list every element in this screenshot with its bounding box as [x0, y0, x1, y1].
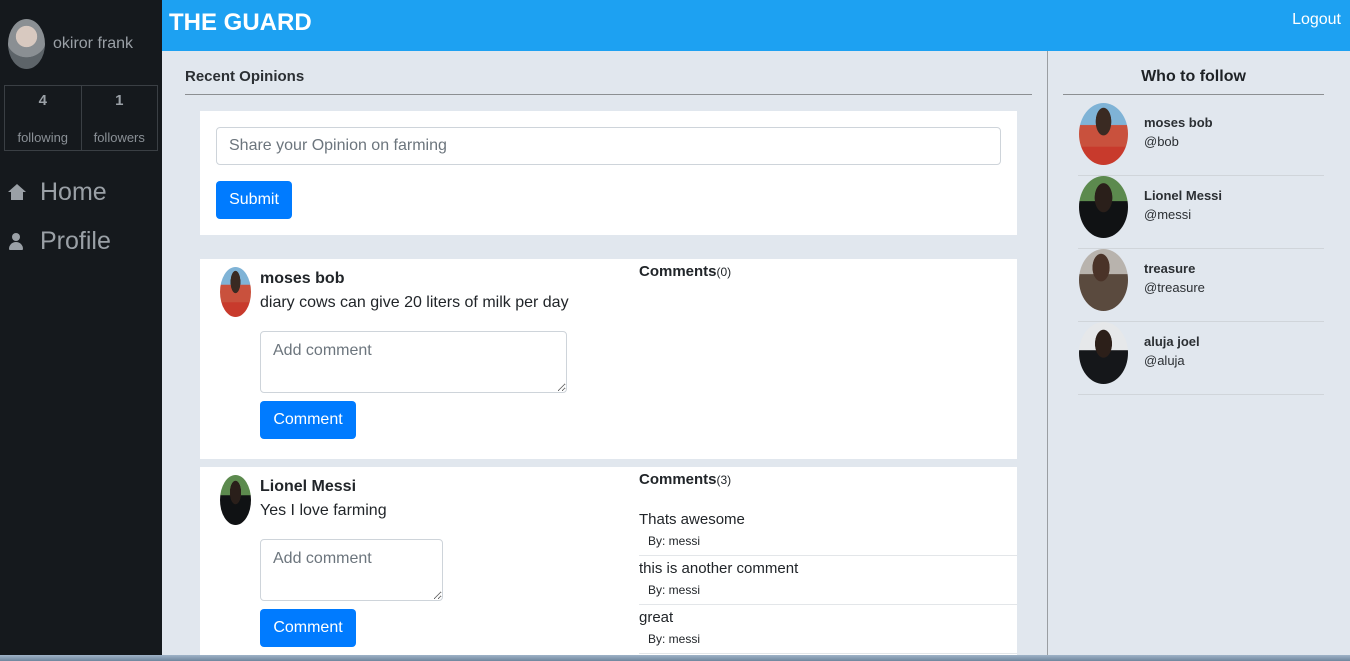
follow-name[interactable]: Lionel Messi — [1144, 188, 1222, 203]
submit-button[interactable]: Submit — [216, 181, 292, 219]
user-icon — [8, 232, 26, 251]
nav-item-label: Home — [40, 178, 107, 206]
follow-name[interactable]: moses bob — [1144, 115, 1213, 130]
comment-author: By: messi — [648, 632, 701, 646]
comment-input[interactable] — [260, 539, 443, 601]
comment-item: this is another comment By: messi — [639, 560, 1017, 605]
comments-header: Comments(0) — [639, 263, 731, 280]
follow-handle: @messi — [1144, 207, 1192, 222]
divider — [1063, 94, 1324, 95]
avatar[interactable] — [1079, 176, 1128, 238]
follow-handle: @aluja — [1144, 353, 1185, 368]
comment-item: Thats awesome By: messi — [639, 511, 1017, 556]
comments-count: (0) — [716, 265, 732, 279]
avatar[interactable] — [1079, 249, 1128, 311]
comments-count: (3) — [716, 473, 732, 487]
follow-stats: 4 following 1 followers — [4, 85, 158, 151]
user-profile[interactable]: okiror frank — [8, 19, 133, 69]
comments-label: Comments — [639, 471, 717, 488]
follow-suggestion[interactable]: treasure @treasure — [1078, 249, 1324, 322]
following-count: 4 — [38, 92, 47, 109]
avatar[interactable] — [1079, 322, 1128, 384]
avatar[interactable] — [8, 19, 45, 69]
following-label: following — [17, 130, 69, 145]
who-to-follow-panel: Who to follow moses bob @bob Lionel Mess… — [1048, 51, 1350, 661]
follow-handle: @treasure — [1144, 280, 1205, 295]
comment-author: By: messi — [648, 583, 701, 597]
comment-input[interactable] — [260, 331, 567, 393]
follow-name[interactable]: treasure — [1144, 261, 1195, 276]
comment-text: Thats awesome — [639, 511, 745, 528]
user-name: okiror frank — [53, 35, 134, 52]
brand-title[interactable]: THE GUARD — [169, 9, 312, 37]
opinion-input[interactable] — [216, 127, 1001, 165]
main-feed: Recent Opinions Submit moses bob diary c… — [162, 51, 1048, 661]
nav-item-profile[interactable]: Profile — [8, 227, 111, 256]
avatar[interactable] — [220, 267, 251, 317]
opinion-post: moses bob diary cows can give 20 liters … — [200, 259, 1017, 459]
divider — [185, 94, 1032, 95]
nav-item-label: Profile — [40, 227, 111, 255]
home-icon — [8, 183, 26, 202]
opinion-composer: Submit — [200, 111, 1017, 235]
follow-handle: @bob — [1144, 134, 1179, 149]
avatar[interactable] — [1079, 103, 1128, 165]
section-title: Recent Opinions — [185, 68, 305, 85]
comments-label: Comments — [639, 263, 717, 280]
followers-stat[interactable]: 1 followers — [82, 86, 158, 150]
post-text: diary cows can give 20 liters of milk pe… — [260, 294, 569, 311]
follow-suggestion[interactable]: Lionel Messi @messi — [1078, 176, 1324, 249]
nav-item-home[interactable]: Home — [8, 178, 107, 207]
post-author[interactable]: Lionel Messi — [260, 478, 356, 496]
comment-author: By: messi — [648, 534, 701, 548]
panel-title: Who to follow — [1141, 68, 1246, 85]
follow-suggestion[interactable]: aluja joel @aluja — [1078, 322, 1324, 395]
follow-suggestion[interactable]: moses bob @bob — [1078, 103, 1324, 176]
opinion-post: Lionel Messi Yes I love farming Comment … — [200, 467, 1017, 661]
comments-header: Comments(3) — [639, 471, 731, 488]
post-author[interactable]: moses bob — [260, 270, 344, 288]
avatar[interactable] — [220, 475, 251, 525]
top-navbar: THE GUARD Logout — [162, 0, 1350, 51]
comment-text: this is another comment — [639, 560, 799, 577]
logout-link[interactable]: Logout — [1292, 11, 1341, 29]
comment-button[interactable]: Comment — [260, 609, 356, 647]
comment-button[interactable]: Comment — [260, 401, 356, 439]
follow-name[interactable]: aluja joel — [1144, 334, 1200, 349]
followers-label: followers — [93, 130, 145, 145]
comment-text: great — [639, 609, 674, 626]
post-text: Yes I love farming — [260, 502, 387, 519]
sidebar: okiror frank 4 following 1 followers Hom… — [0, 0, 162, 661]
comment-item: great By: messi — [639, 609, 1017, 654]
os-taskbar — [0, 655, 1350, 661]
following-stat[interactable]: 4 following — [5, 86, 82, 150]
followers-count: 1 — [115, 92, 124, 109]
